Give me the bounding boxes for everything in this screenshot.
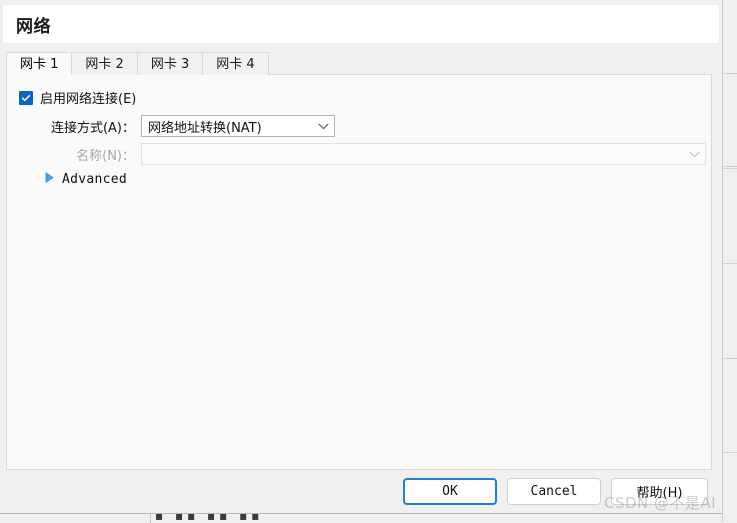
connection-type-dropdown[interactable]: 网络地址转换(NAT) bbox=[141, 115, 335, 137]
dialog-button-bar: OK Cancel 帮助(H) bbox=[0, 478, 719, 513]
connection-type-label: 连接方式(A)： bbox=[50, 120, 135, 136]
network-settings-dialog: 网络 网卡 1 网卡 2 网卡 3 网卡 4 启用网络连接(E) 连接方式(A)… bbox=[0, 0, 719, 513]
dialog-titlebar: 网络 bbox=[3, 5, 719, 43]
tab-adapter-2[interactable]: 网卡 2 bbox=[71, 52, 138, 75]
triangle-right-icon bbox=[45, 170, 54, 188]
ok-button[interactable]: OK bbox=[403, 478, 497, 505]
enable-network-label: 启用网络连接(E) bbox=[40, 92, 137, 107]
enable-network-checkbox[interactable] bbox=[19, 90, 33, 105]
dialog-title: 网络 bbox=[16, 16, 51, 37]
tab-content-panel: 启用网络连接(E) 连接方式(A)： 网络地址转换(NAT) 名称(N)： Ad… bbox=[6, 74, 712, 470]
advanced-disclosure[interactable]: Advanced bbox=[45, 170, 127, 188]
name-label: 名称(N)： bbox=[76, 148, 135, 164]
name-dropdown[interactable] bbox=[141, 143, 706, 165]
tab-adapter-4[interactable]: 网卡 4 bbox=[202, 52, 269, 75]
tab-bar: 网卡 1 网卡 2 网卡 3 网卡 4 bbox=[6, 51, 269, 75]
connection-type-row: 连接方式(A)： 网络地址转换(NAT) bbox=[19, 115, 335, 137]
connection-type-value: 网络地址转换(NAT) bbox=[148, 120, 262, 136]
enable-network-row[interactable]: 启用网络连接(E) bbox=[19, 88, 136, 107]
chevron-down-icon bbox=[683, 151, 705, 158]
help-button[interactable]: 帮助(H) bbox=[611, 478, 708, 505]
name-row: 名称(N)： bbox=[19, 143, 706, 165]
advanced-label: Advanced bbox=[62, 171, 128, 187]
tab-adapter-3[interactable]: 网卡 3 bbox=[136, 52, 204, 75]
cancel-button[interactable]: Cancel bbox=[507, 478, 601, 505]
chevron-down-icon bbox=[312, 123, 334, 130]
background-right-strip bbox=[722, 0, 737, 522]
tab-adapter-1[interactable]: 网卡 1 bbox=[6, 52, 73, 75]
